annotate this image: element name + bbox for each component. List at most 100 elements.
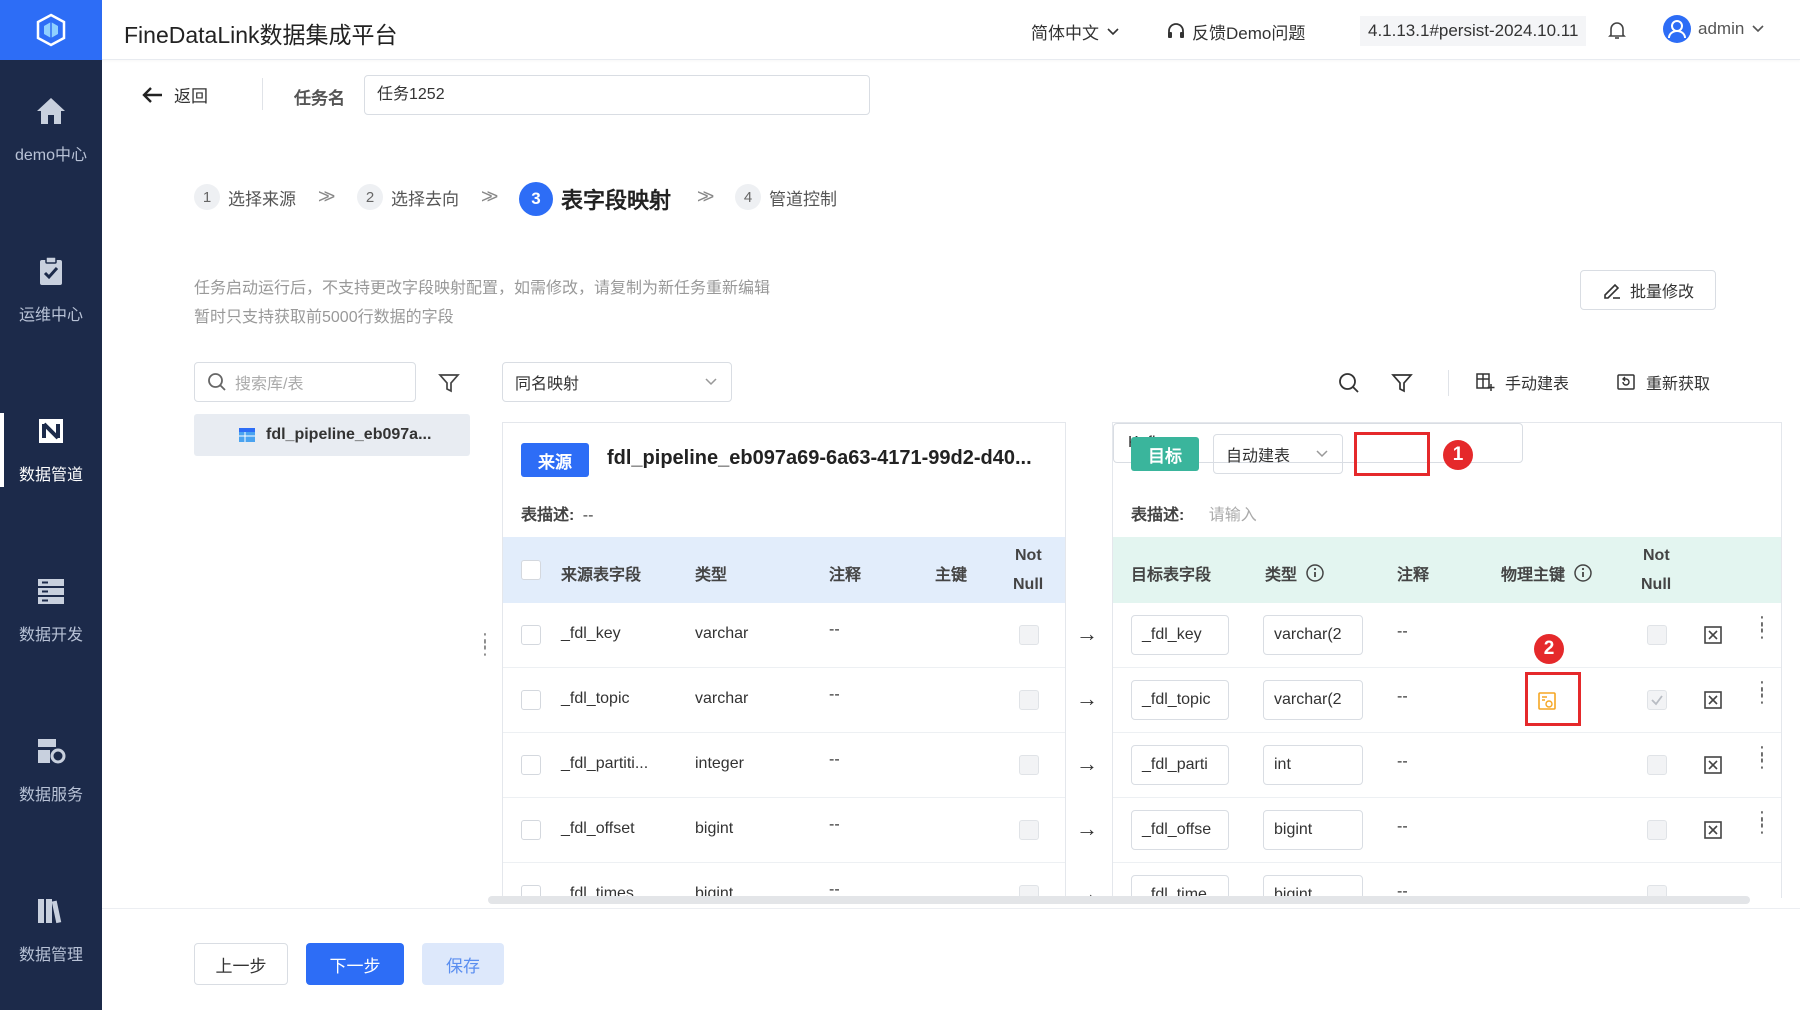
not-null-checkbox [1019, 755, 1039, 775]
feedback-link[interactable]: 反馈Demo问题 [1166, 19, 1305, 44]
drag-handle-icon[interactable]: ⋮ ⋮ [1753, 614, 1771, 640]
not-null-checkbox[interactable] [1647, 755, 1667, 775]
target-field-input[interactable]: _fdl_offse [1131, 810, 1229, 850]
source-desc: 表描述: -- [521, 501, 593, 525]
refetch-button[interactable]: 重新获取 [1616, 370, 1710, 394]
info-icon[interactable] [1305, 563, 1325, 583]
target-desc-input[interactable]: 请输入 [1209, 507, 1257, 524]
source-tag: 来源 [521, 443, 589, 477]
sidebar-item-label: 运维中心 [18, 307, 83, 324]
target-tag: 目标 [1131, 437, 1199, 471]
manual-create-label: 手动建表 [1505, 376, 1570, 393]
not-null-checkbox [1019, 625, 1039, 645]
pipeline-icon [39, 419, 63, 443]
not-null-checkbox-checked[interactable] [1647, 690, 1667, 710]
horizontal-scrollbar[interactable] [488, 896, 1750, 904]
user-menu[interactable]: admin [1662, 14, 1766, 44]
sidebar-item-label: 数据管道 [18, 467, 83, 484]
mapping-arrow-icon: → [1076, 816, 1098, 841]
chevron-down-icon [1107, 27, 1119, 35]
mapping-mode-select[interactable]: 同名映射 [502, 362, 732, 402]
target-type-input[interactable]: int [1263, 745, 1363, 785]
step-select-source[interactable]: 1 选择来源 [194, 184, 296, 210]
delete-row-icon[interactable] [1703, 755, 1723, 775]
filter-icon[interactable] [1391, 372, 1413, 394]
resize-handle[interactable]: ⋮ ⋮ [476, 631, 494, 657]
sidebar-item-demo[interactable]: demo中心 [0, 65, 102, 195]
target-field-input[interactable]: _fdl_key [1131, 615, 1229, 655]
create-mode-select[interactable]: 自动建表 [1213, 434, 1343, 474]
step-pipeline-control[interactable]: 4 管道控制 [735, 184, 837, 210]
drag-handle-icon[interactable]: ⋮ ⋮ [1753, 744, 1771, 770]
target-type-input[interactable]: bigint [1263, 875, 1363, 898]
sidebar-item-pipeline[interactable]: 数据管道 [0, 385, 102, 515]
highlight-target-table-box [1354, 432, 1430, 476]
target-type-input[interactable]: bigint [1263, 810, 1363, 850]
target-field-comment: -- [1397, 753, 1408, 770]
delete-row-icon[interactable] [1703, 690, 1723, 710]
edit-icon [1604, 283, 1620, 299]
row-checkbox[interactable] [521, 625, 541, 645]
sidebar-item-manage[interactable]: 数据管理 [0, 865, 102, 995]
step-select-target[interactable]: 2 选择去向 [357, 184, 459, 210]
server-icon [38, 579, 64, 604]
drag-handle-icon[interactable]: ⋮ ⋮ [1753, 809, 1771, 835]
sidebar-item-dev[interactable]: 数据开发 [0, 545, 102, 675]
row-checkbox[interactable] [521, 755, 541, 775]
delete-row-icon[interactable] [1703, 625, 1723, 645]
batch-edit-button[interactable]: 批量修改 [1580, 270, 1716, 310]
batch-edit-label: 批量修改 [1629, 284, 1694, 301]
notification-button[interactable] [1606, 19, 1628, 41]
search-icon[interactable] [1338, 372, 1360, 394]
source-table-name: fdl_pipeline_eb097a69-6a63-4171-99d2-d40… [607, 447, 1032, 469]
table-search-input[interactable]: 搜索库/表 [194, 362, 416, 402]
next-step-button[interactable]: 下一步 [306, 943, 404, 985]
task-name-input[interactable]: 任务1252 [364, 75, 870, 115]
api-icon [38, 739, 66, 764]
bell-icon [1608, 22, 1626, 39]
prev-step-button[interactable]: 上一步 [194, 943, 288, 985]
step-number: 4 [735, 184, 761, 210]
step-field-mapping[interactable]: 3 表字段映射 [519, 182, 671, 216]
source-field-type: varchar [695, 625, 749, 642]
target-type-input[interactable]: varchar(2 [1263, 680, 1363, 720]
sidebar-item-service[interactable]: 数据服务 [0, 705, 102, 835]
target-field-input[interactable]: _fdl_time... [1131, 875, 1229, 898]
drag-handle-icon[interactable]: ⋮ ⋮ [1753, 679, 1771, 705]
back-button[interactable]: 返回 [142, 82, 208, 107]
filter-icon[interactable] [438, 372, 460, 394]
manual-create-table-button[interactable]: 手动建表 [1475, 370, 1569, 394]
double-chevron-icon: >> [481, 186, 499, 208]
language-select[interactable]: 简体中文 [1031, 19, 1121, 44]
double-chevron-icon: >> [318, 186, 336, 208]
info-icon[interactable] [1573, 563, 1593, 583]
not-null-checkbox[interactable] [1647, 625, 1667, 645]
tree-item-table[interactable]: fdl_pipeline_eb097a... [194, 414, 470, 456]
table-row: _fdl_partiti... integer -- [503, 733, 1065, 798]
delete-row-icon[interactable] [1703, 820, 1723, 840]
col-source-field: 来源表字段 [561, 567, 642, 584]
target-panel: 目标 自动建表 Kafka 表描述: 请输入 目标表字段 类型 注释 物理主键 … [1112, 422, 1782, 898]
source-field-comment: -- [829, 816, 840, 833]
tree-item-label: fdl_pipeline_eb097a... [266, 426, 432, 443]
toolbar-divider [1448, 370, 1449, 396]
row-checkbox[interactable] [521, 820, 541, 840]
headset-icon [1168, 22, 1184, 38]
app-logo[interactable] [0, 0, 102, 60]
target-field-input[interactable]: _fdl_parti [1131, 745, 1229, 785]
highlight-primary-key-box [1525, 672, 1581, 726]
version-label: 4.1.13.1#persist-2024.10.11 [1360, 16, 1587, 46]
clipboard-check-icon [40, 256, 62, 285]
source-field-name: _fdl_key [561, 625, 621, 642]
target-field-comment: -- [1397, 818, 1408, 835]
step-number: 1 [194, 184, 220, 210]
target-type-input[interactable]: varchar(2 [1263, 615, 1363, 655]
source-field-name: _fdl_partiti... [561, 755, 649, 772]
save-button[interactable]: 保存 [422, 943, 504, 985]
select-all-checkbox[interactable] [521, 560, 541, 580]
row-checkbox[interactable] [521, 690, 541, 710]
col-not-null-1: Not [1643, 547, 1670, 564]
target-field-input[interactable]: _fdl_topic [1131, 680, 1229, 720]
sidebar-item-ops[interactable]: 运维中心 [0, 225, 102, 355]
not-null-checkbox[interactable] [1647, 820, 1667, 840]
